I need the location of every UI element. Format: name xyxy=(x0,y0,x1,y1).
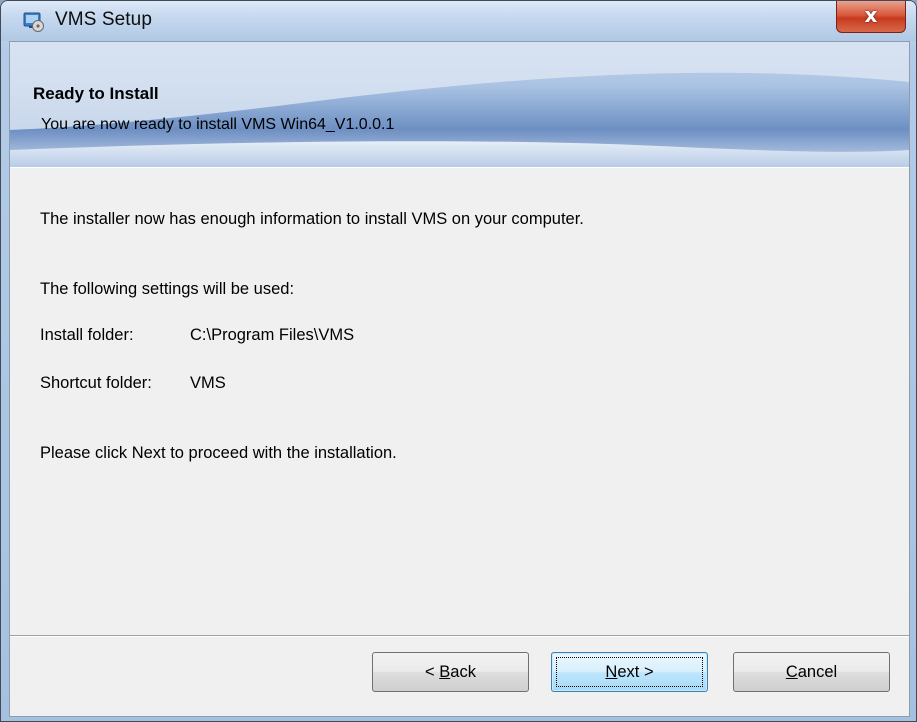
shortcut-folder-row: Shortcut folder: VMS xyxy=(40,374,226,393)
install-folder-label: Install folder: xyxy=(40,326,134,344)
window-title: VMS Setup xyxy=(55,9,153,30)
screen: VMS Setup x Ready to Install You are now… xyxy=(0,0,917,722)
installer-icon xyxy=(23,11,45,33)
page-title: Ready to Install xyxy=(33,84,159,103)
next-button[interactable]: Next > xyxy=(551,652,708,692)
banner-wave xyxy=(10,42,909,167)
install-folder-value: C:\Program Files\VMS xyxy=(190,326,355,344)
install-folder-row: Install folder: C:\Program Files\VMS xyxy=(40,326,354,345)
cancel-button[interactable]: Cancel xyxy=(733,652,890,692)
page-subtitle: You are now ready to install VMS Win64_V… xyxy=(41,116,395,133)
close-icon: x xyxy=(864,3,878,27)
footer-divider xyxy=(10,635,909,637)
title-bar[interactable]: VMS Setup x xyxy=(1,1,916,41)
intro-text: The installer now has enough information… xyxy=(40,210,584,228)
back-button[interactable]: < Back xyxy=(372,652,529,692)
proceed-text: Please click Next to proceed with the in… xyxy=(40,444,397,462)
client-area: Ready to Install You are now ready to in… xyxy=(9,41,910,717)
setup-window: VMS Setup x Ready to Install You are now… xyxy=(0,0,917,722)
shortcut-folder-label: Shortcut folder: xyxy=(40,374,152,392)
close-button[interactable]: x xyxy=(836,1,906,33)
settings-heading: The following settings will be used: xyxy=(40,280,295,298)
header-banner: Ready to Install You are now ready to in… xyxy=(10,42,909,168)
shortcut-folder-value: VMS xyxy=(190,374,226,392)
